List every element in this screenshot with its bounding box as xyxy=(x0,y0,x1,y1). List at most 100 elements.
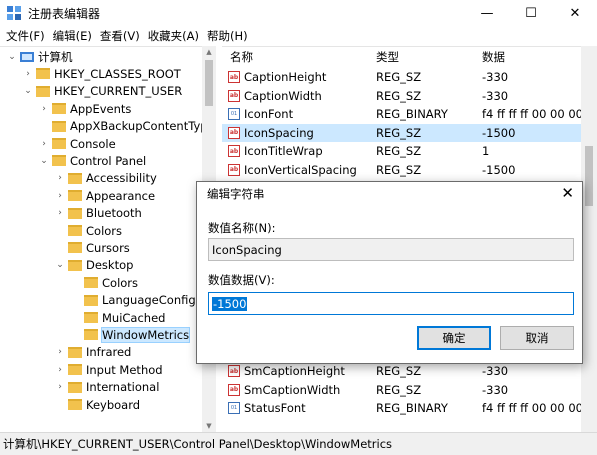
chevron-right-icon[interactable] xyxy=(70,294,82,306)
chevron-right-icon[interactable] xyxy=(54,225,66,237)
tree-item-label: Console xyxy=(70,136,116,151)
value-type: REG_BINARY xyxy=(376,107,448,121)
column-header-data[interactable]: 数据 xyxy=(482,47,505,67)
minimize-button[interactable]: — xyxy=(465,0,509,26)
value-row[interactable]: ab CaptionHeight REG_SZ -330 xyxy=(222,68,582,86)
value-data: -1500 xyxy=(482,162,516,177)
tree-item[interactable]: Colors xyxy=(70,274,138,291)
chevron-right-icon[interactable]: › xyxy=(22,68,34,80)
value-row[interactable]: ab IconTitleWrap REG_SZ 1 xyxy=(222,142,582,160)
chevron-right-icon[interactable]: › xyxy=(54,346,66,358)
value-type: REG_SZ xyxy=(376,144,422,158)
value-row[interactable]: 01 IconFont REG_BINARY f4 ff ff ff 00 00 00… xyxy=(222,105,597,123)
menu-file[interactable]: 文件(F) xyxy=(2,28,49,44)
value-type: REG_SZ xyxy=(376,162,422,177)
values-scrollbar[interactable] xyxy=(581,46,597,432)
tree-item-label: WindowMetrics xyxy=(100,326,191,343)
value-type: REG_BINARY xyxy=(376,401,448,415)
value-row[interactable]: ab IconSpacing REG_SZ -1500 xyxy=(222,123,582,142)
tree-item[interactable]: › Infrared xyxy=(54,344,131,361)
tree-item[interactable]: ⌄ Control Panel xyxy=(38,152,146,169)
tree-item[interactable]: ⌄ Desktop xyxy=(54,257,133,274)
chevron-right-icon[interactable] xyxy=(54,242,66,254)
column-header-type[interactable]: 类型 xyxy=(376,47,399,67)
tree-item[interactable]: › Input Method xyxy=(54,361,162,378)
tree-item[interactable]: › Console xyxy=(38,135,116,152)
maximize-button[interactable]: ☐ xyxy=(509,0,553,26)
chevron-right-icon[interactable] xyxy=(54,399,66,411)
value-data: 1 xyxy=(482,144,490,158)
value-type: REG_SZ xyxy=(376,88,422,103)
tree-item[interactable]: LanguageConfigu xyxy=(70,292,203,309)
tree-item[interactable]: Cursors xyxy=(54,239,130,256)
tree-item[interactable]: MuiCached xyxy=(70,309,165,326)
menu-help[interactable]: 帮助(H) xyxy=(203,28,252,44)
chevron-right-icon[interactable]: › xyxy=(54,172,66,184)
tree-item[interactable]: Colors xyxy=(54,222,122,239)
scroll-down-icon[interactable]: ▼ xyxy=(202,420,216,432)
folder-icon xyxy=(68,225,82,236)
menu-favorites[interactable]: 收藏夹(A) xyxy=(144,28,203,44)
binary-value-icon: 01 xyxy=(228,108,240,120)
tree-item-label: Cursors xyxy=(86,240,130,255)
tree-item-label: Accessibility xyxy=(86,171,157,186)
tree-item-label: HKEY_CURRENT_USER xyxy=(54,84,183,99)
value-row[interactable]: ab SmCaptionHeight REG_SZ -330 xyxy=(222,362,582,380)
cancel-button[interactable]: 取消 xyxy=(500,326,574,350)
value-row[interactable]: ab CaptionWidth REG_SZ -330 xyxy=(222,87,582,105)
status-bar: 计算机\HKEY_CURRENT_USER\Control Panel\Desk… xyxy=(0,432,597,455)
value-row[interactable]: ab SmCaptionWidth REG_SZ -330 xyxy=(222,381,582,399)
menu-edit[interactable]: 编辑(E) xyxy=(49,28,96,44)
folder-icon xyxy=(52,103,66,115)
value-row[interactable]: ab IconVerticalSpacing REG_SZ -1500 xyxy=(222,161,582,179)
menu-view[interactable]: 查看(V) xyxy=(96,28,144,44)
chevron-down-icon[interactable]: ⌄ xyxy=(22,85,34,97)
tree-item[interactable]: AppXBackupContentType xyxy=(38,118,215,135)
chevron-right-icon[interactable]: › xyxy=(38,103,50,115)
value-data-text[interactable]: -1500 xyxy=(212,296,248,311)
tree-item[interactable]: WindowMetrics xyxy=(70,326,191,343)
chevron-down-icon[interactable]: ⌄ xyxy=(6,51,18,63)
value-type: REG_SZ xyxy=(376,382,422,397)
tree-item[interactable]: › Bluetooth xyxy=(54,205,142,222)
chevron-right-icon[interactable]: › xyxy=(54,381,66,393)
column-header-name[interactable]: 名称 xyxy=(230,47,253,67)
tree-item[interactable]: › AppEvents xyxy=(38,100,131,117)
tree-item-label: 计算机 xyxy=(38,49,73,64)
scroll-thumb[interactable] xyxy=(205,60,213,106)
close-button[interactable]: ✕ xyxy=(553,0,597,26)
folder-icon xyxy=(68,242,82,254)
scroll-thumb[interactable] xyxy=(585,146,593,206)
tree-item[interactable]: Keyboard xyxy=(54,396,140,413)
chevron-right-icon[interactable]: › xyxy=(38,138,50,150)
chevron-down-icon[interactable]: ⌄ xyxy=(54,259,66,271)
chevron-down-icon[interactable]: ⌄ xyxy=(38,155,50,167)
chevron-right-icon[interactable] xyxy=(70,277,82,289)
chevron-right-icon[interactable] xyxy=(70,312,82,324)
chevron-right-icon[interactable]: › xyxy=(54,207,66,219)
chevron-right-icon[interactable] xyxy=(70,329,82,341)
value-data: -330 xyxy=(482,364,509,378)
scroll-up-icon[interactable]: ▲ xyxy=(202,46,216,58)
key-tree[interactable]: ⌄ 计算机 › HKEY_CLASSES_ROOT ⌄ HKEY_CURRENT_USER… xyxy=(0,46,216,432)
tree-item[interactable]: › Appearance xyxy=(54,187,155,204)
tree-item[interactable]: ⌄ HKEY_CURRENT_USER xyxy=(22,83,182,100)
folder-icon xyxy=(52,138,66,149)
computer-icon xyxy=(20,51,34,62)
chevron-right-icon[interactable]: › xyxy=(54,190,66,202)
folder-icon xyxy=(84,312,98,323)
string-value-icon: ab xyxy=(228,145,240,157)
value-data-input[interactable]: -1500 xyxy=(208,292,574,315)
folder-icon xyxy=(84,329,98,341)
tree-item-label: Desktop xyxy=(86,258,134,273)
tree-item[interactable]: › International xyxy=(54,379,159,396)
chevron-right-icon[interactable] xyxy=(38,120,50,132)
dialog-close-icon[interactable]: ✕ xyxy=(561,184,574,202)
ok-button[interactable]: 确定 xyxy=(417,326,491,350)
tree-item[interactable]: › Accessibility xyxy=(54,170,157,187)
value-row[interactable]: 01 StatusFont REG_BINARY f4 ff ff ff 00 00 … xyxy=(222,399,597,417)
tree-item-label: HKEY_CLASSES_ROOT xyxy=(54,66,181,81)
tree-item[interactable]: ⌄ 计算机 xyxy=(6,48,73,65)
chevron-right-icon[interactable]: › xyxy=(54,364,66,376)
tree-item[interactable]: › HKEY_CLASSES_ROOT xyxy=(22,65,181,82)
